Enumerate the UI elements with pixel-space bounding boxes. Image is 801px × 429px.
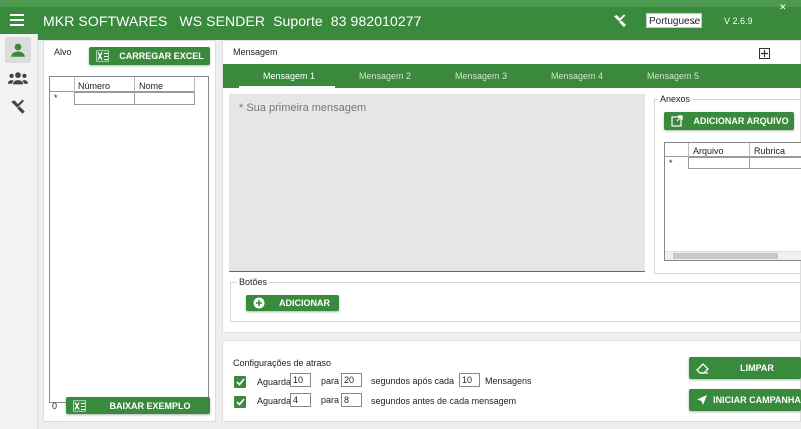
excel-icon — [96, 50, 109, 62]
message-tabs: Mensagem 1 Mensagem 2 Mensagem 3 Mensage… — [223, 64, 801, 88]
message-section-label: Mensagem — [233, 47, 278, 57]
tab-message-2[interactable]: Mensagem 2 — [359, 64, 411, 88]
close-icon[interactable]: ✕ — [779, 2, 787, 13]
start-campaign-button[interactable]: INICIAR CAMPANHA — [689, 389, 801, 411]
max-wait-input[interactable]: 8 — [341, 393, 362, 407]
side-nav — [0, 34, 38, 429]
tools-button[interactable] — [606, 8, 634, 34]
contacts-count: 0 — [52, 401, 58, 411]
delay-settings-title: Configurações de atraso — [233, 358, 332, 368]
eraser-icon — [696, 363, 709, 374]
download-example-button[interactable]: BAIXAR EXEMPLO — [66, 397, 210, 414]
external-link-icon — [671, 115, 683, 127]
grid-header-rubric: Rubrica — [754, 146, 786, 156]
buttons-group: Botões ADICIONAR — [230, 277, 801, 322]
wait-suffix-label: segundos antes de cada mensagem — [371, 396, 517, 406]
wait-label: Aguarda — [257, 377, 292, 387]
grid-cell[interactable] — [74, 92, 135, 105]
grid-cell[interactable] — [134, 92, 195, 105]
nav-item-tools[interactable] — [5, 94, 31, 120]
grid-cell[interactable] — [688, 157, 750, 169]
clear-button[interactable]: LIMPAR — [689, 357, 801, 379]
min-wait-input[interactable]: 4 — [290, 393, 311, 407]
add-button-label: ADICIONAR — [279, 298, 330, 308]
message-placeholder: * Sua primeira mensagem — [239, 102, 367, 114]
delay-checkbox-1[interactable] — [234, 376, 246, 388]
grid-header-file: Arquivo — [693, 146, 724, 156]
group-icon — [8, 72, 28, 85]
new-row-marker: * — [54, 93, 58, 103]
to-label: para — [321, 376, 340, 386]
add-file-label: ADICIONAR ARQUIVO — [693, 116, 789, 126]
app-title: MKR SOFTWARES WS SENDER Suporte 83 98201… — [43, 13, 422, 29]
add-button-button[interactable]: ADICIONAR — [246, 295, 339, 311]
tools-icon — [614, 14, 626, 27]
grid-cell[interactable] — [749, 157, 801, 169]
target-label: Alvo — [54, 47, 72, 57]
horizontal-scrollbar[interactable] — [665, 251, 801, 260]
tools-icon — [11, 99, 25, 114]
new-row-marker: * — [669, 158, 673, 168]
min-delay-input[interactable]: 10 — [290, 373, 311, 387]
add-file-button[interactable]: ADICIONAR ARQUIVO — [664, 112, 794, 130]
attachments-group: Anexos ADICIONAR ARQUIVO Arquivo Rubrica… — [654, 94, 801, 274]
download-example-label: BAIXAR EXEMPLO — [109, 400, 191, 411]
buttons-label: Botões — [237, 277, 270, 287]
wait-label: Aguarda — [257, 396, 292, 406]
add-message-button[interactable] — [759, 48, 770, 59]
max-delay-input[interactable]: 20 — [341, 373, 362, 387]
plus-circle-icon — [253, 297, 265, 309]
user-icon — [11, 43, 25, 57]
clear-label: LIMPAR — [740, 363, 774, 373]
grid-header-name: Nome — [139, 81, 164, 91]
grid-header-number: Número — [78, 81, 111, 91]
to-label: para — [321, 395, 340, 405]
active-tab-indicator — [239, 86, 335, 88]
contacts-grid[interactable]: Número Nome * — [49, 76, 209, 403]
load-excel-label: CARREGAR EXCEL — [119, 51, 204, 61]
tab-message-1[interactable]: Mensagem 1 — [263, 64, 315, 88]
message-textarea[interactable]: * Sua primeira mensagem — [229, 94, 645, 272]
check-icon — [235, 378, 245, 386]
delay-checkbox-2[interactable] — [234, 396, 246, 408]
excel-icon — [73, 400, 86, 411]
chevron-down-icon: ⌄ — [690, 16, 698, 26]
messages-count-input[interactable]: 10 — [459, 373, 480, 387]
app-header: MKR SOFTWARES WS SENDER Suporte 83 98201… — [0, 0, 801, 40]
load-excel-button[interactable]: CARREGAR EXCEL — [89, 47, 210, 65]
attachments-grid[interactable]: Arquivo Rubrica * — [664, 142, 801, 261]
delay-suffix-label: segundos após cada — [371, 376, 455, 386]
scrollbar-thumb[interactable] — [673, 253, 778, 259]
messages-label: Mensagens — [485, 376, 532, 386]
message-panel: Mensagem Mensagem 1 Mensagem 2 Mensagem … — [222, 40, 801, 333]
nav-item-user[interactable] — [5, 37, 31, 63]
plus-icon — [761, 50, 768, 57]
menu-icon[interactable] — [10, 14, 24, 26]
check-icon — [235, 398, 245, 406]
delay-settings-panel: Configurações de atraso Aguarda 10 para … — [222, 340, 801, 422]
language-select[interactable]: Portuguese ⌄ — [646, 13, 702, 28]
send-icon — [697, 395, 707, 405]
nav-item-groups[interactable] — [5, 65, 31, 91]
attachments-label: Anexos — [658, 94, 693, 104]
tab-message-5[interactable]: Mensagem 5 — [647, 64, 699, 88]
version-label: V 2.6.9 — [724, 16, 753, 26]
header-top-strip — [0, 0, 801, 7]
tab-message-3[interactable]: Mensagem 3 — [455, 64, 507, 88]
target-panel: Alvo CARREGAR EXCEL Número Nome * 0 BAIX… — [43, 40, 216, 422]
tab-message-4[interactable]: Mensagem 4 — [551, 64, 603, 88]
